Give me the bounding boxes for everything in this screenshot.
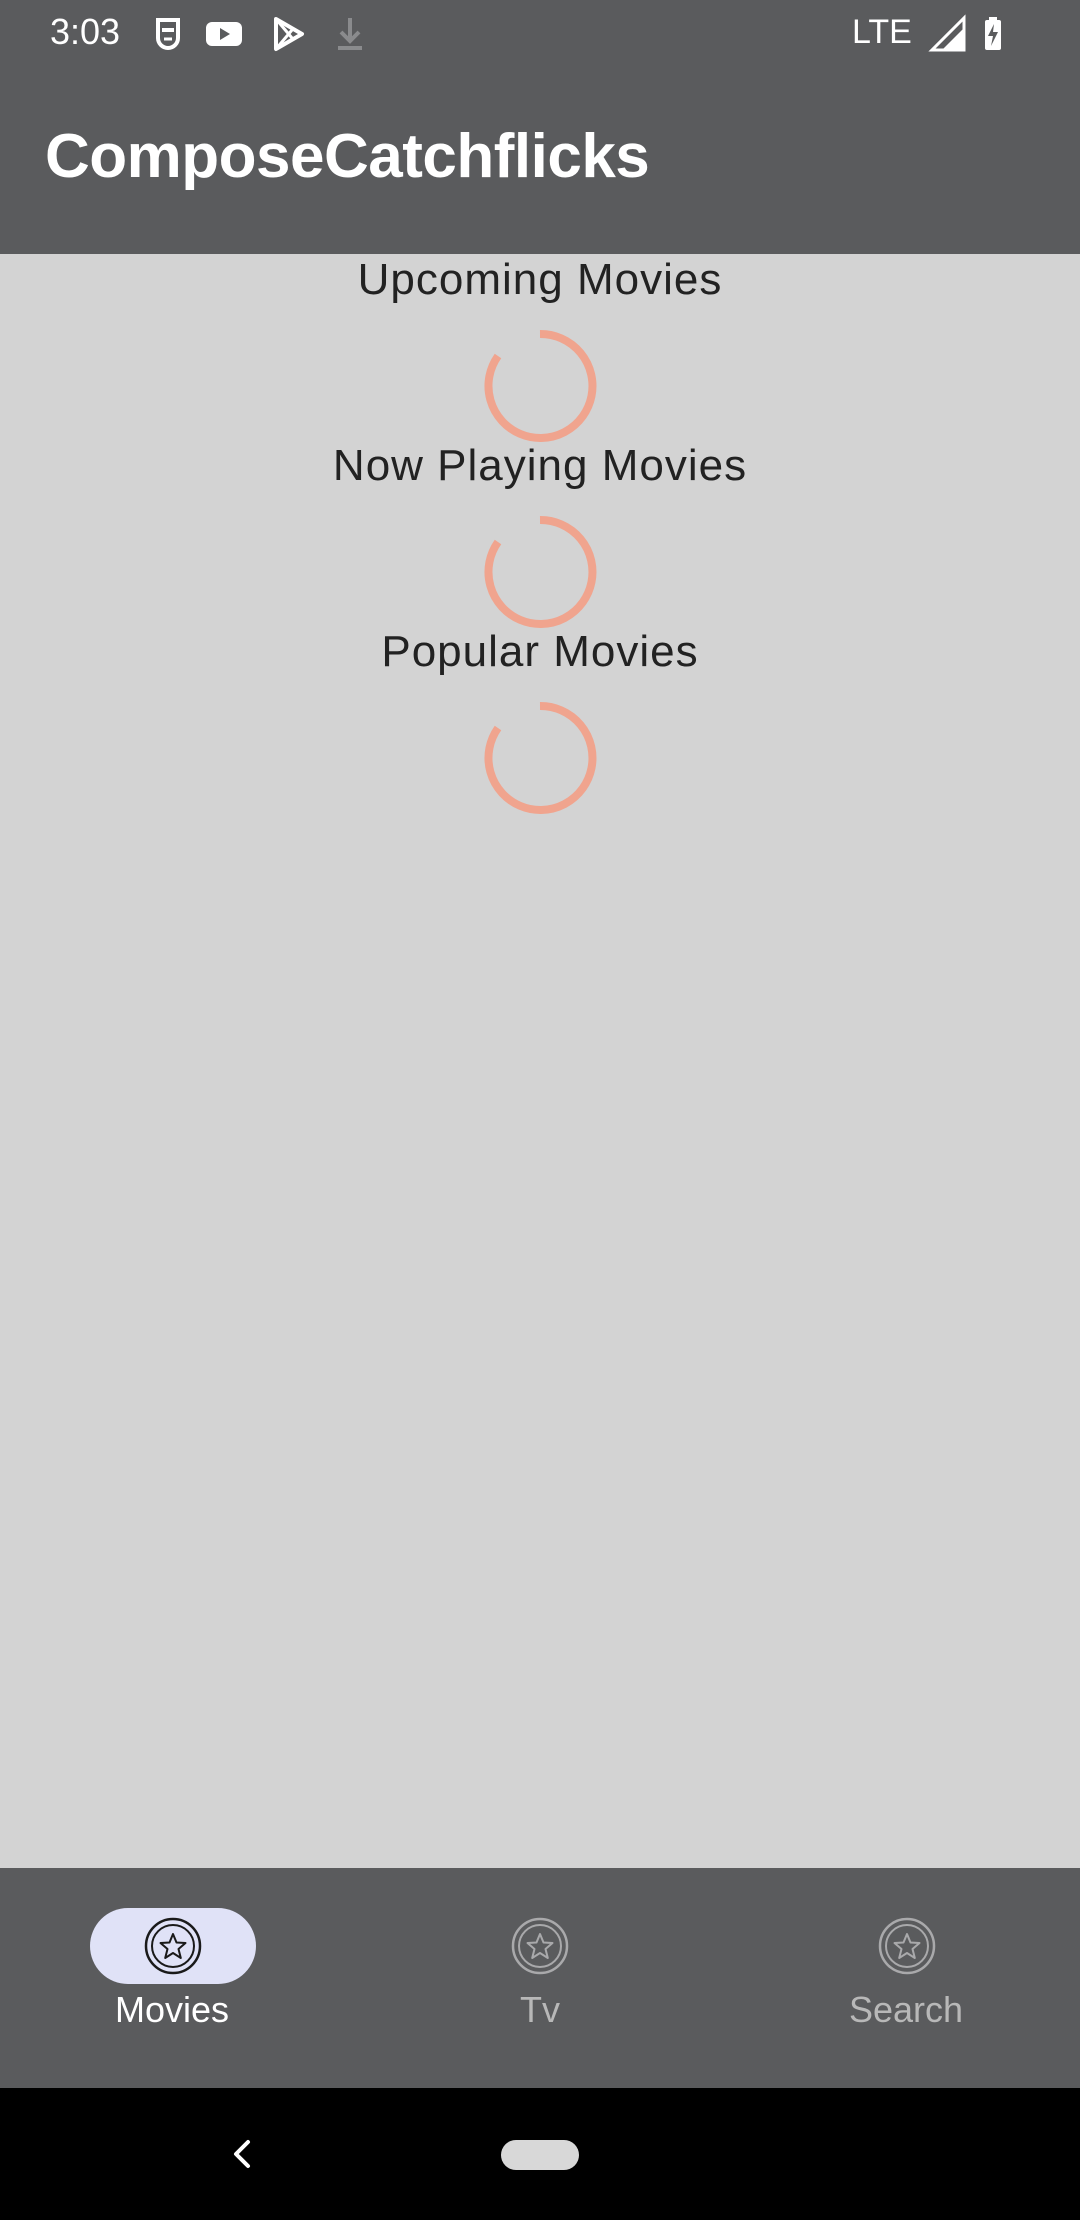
nav-label-tv: Tv [520, 1989, 560, 2030]
nav-label-movies: Movies [114, 1989, 230, 2030]
mask-icon [156, 18, 180, 50]
nav-item-tv[interactable]: Tv [360, 1868, 720, 2088]
bottom-navigation: Movies Tv Search [0, 1868, 1080, 2088]
section-title-upcoming: Upcoming Movies [357, 255, 723, 304]
section-title-now-playing: Now Playing Movies [332, 441, 748, 490]
nav-item-movies[interactable]: Movies [0, 1868, 360, 2088]
loading-spinner-popular [484, 701, 597, 814]
network-type: LTE [852, 13, 912, 51]
signal-icon [928, 14, 966, 52]
movies-content: Upcoming Movies Now Playing Movies Popul… [0, 254, 1080, 1868]
youtube-icon [206, 22, 242, 46]
nav-label-search: Search [848, 1989, 964, 2030]
app-bar: ComposeCatchflicks [0, 66, 1080, 254]
download-icon [338, 18, 362, 50]
home-button[interactable] [501, 2140, 579, 2170]
star-circle-icon [144, 1917, 202, 1975]
battery-charging-icon [985, 17, 1001, 50]
app-title: ComposeCatchflicks [45, 122, 650, 191]
status-bar: 3:03 LTE [0, 0, 1080, 66]
back-icon[interactable] [222, 2134, 262, 2174]
star-circle-icon [511, 1917, 569, 1975]
nav-item-search[interactable]: Search [720, 1868, 1080, 2088]
status-time: 3:03 [50, 11, 121, 52]
loading-spinner-now-playing [484, 515, 597, 628]
play-store-icon [274, 17, 304, 51]
star-circle-icon [878, 1917, 936, 1975]
section-title-popular: Popular Movies [381, 627, 699, 676]
loading-spinner-upcoming [484, 329, 597, 442]
